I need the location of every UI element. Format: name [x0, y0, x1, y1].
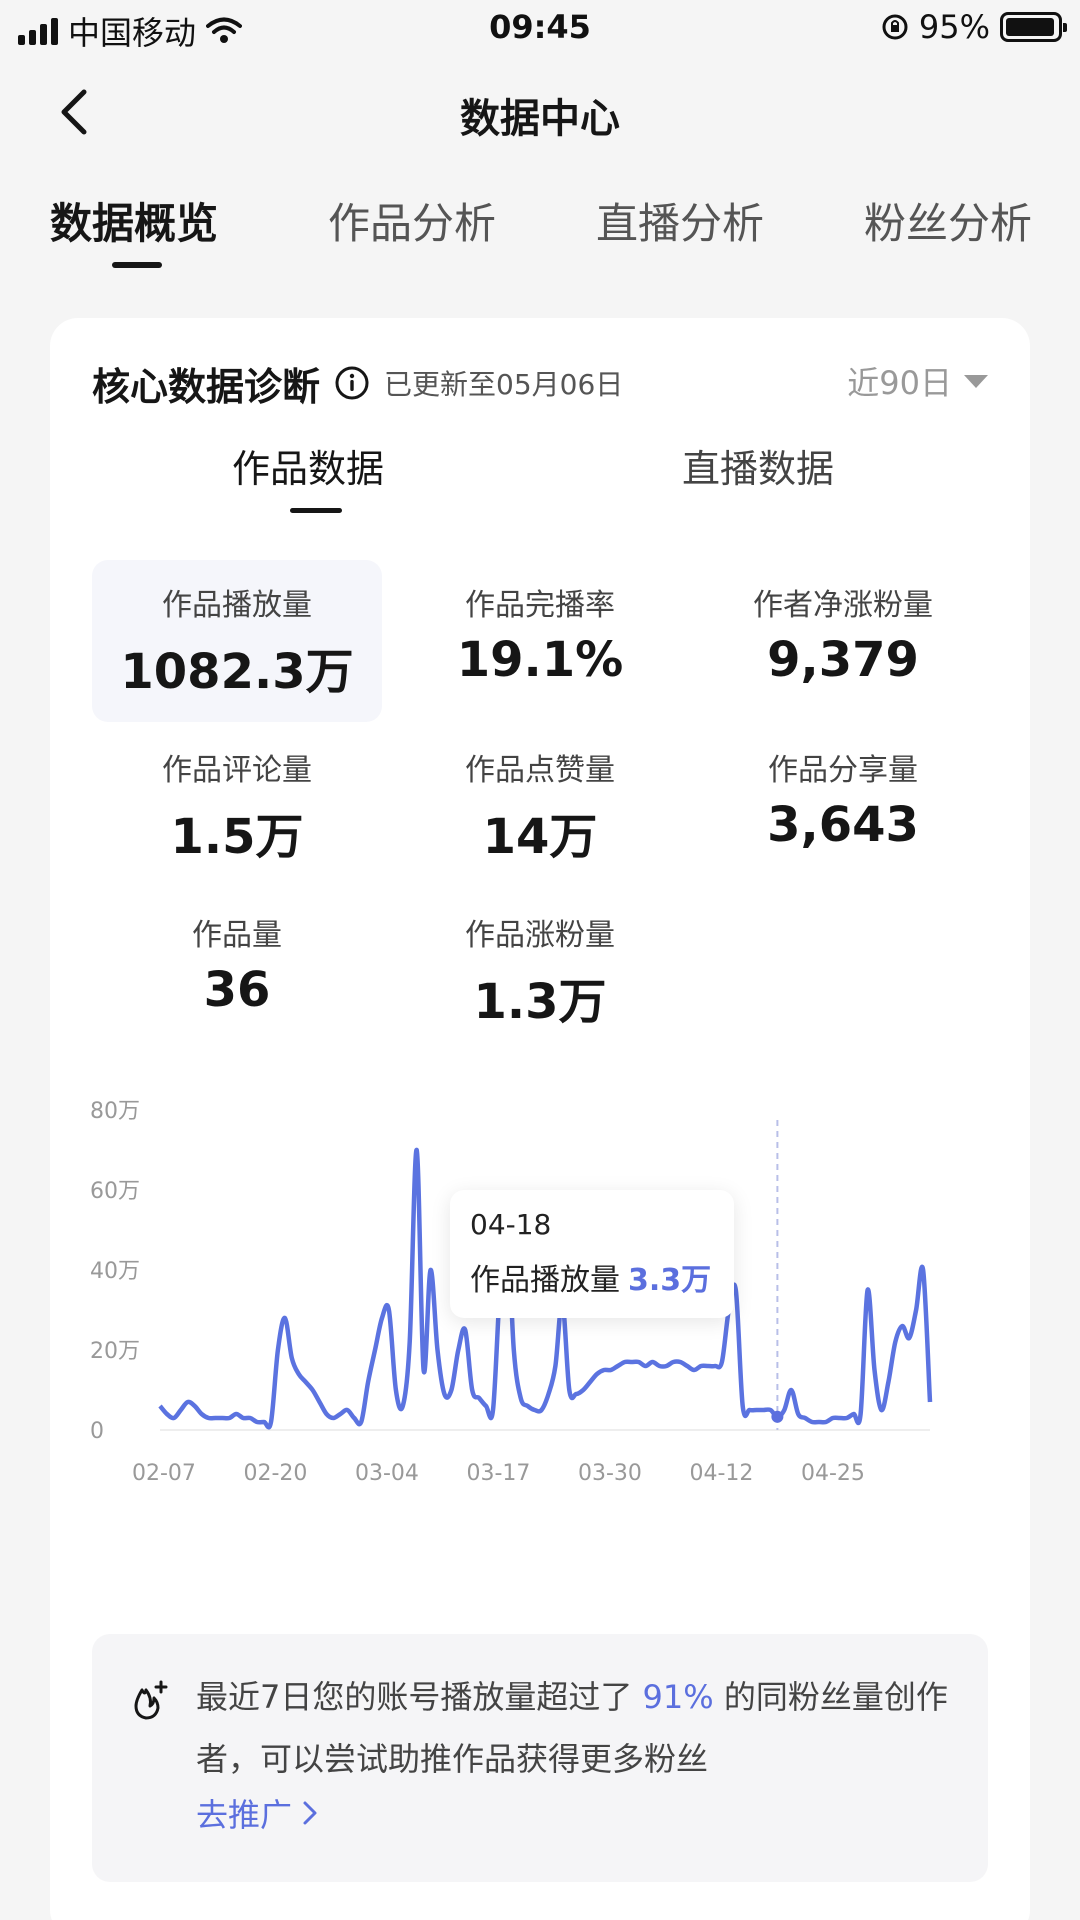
range-select[interactable]: 近90日	[847, 358, 990, 404]
x-tick-label: 02-07	[132, 1461, 196, 1486]
metric-play-count[interactable]: 作品播放量 1082.3万	[92, 560, 382, 722]
tab-works-analysis[interactable]: 作品分析	[328, 190, 496, 251]
tooltip-value: 3.3万	[628, 1263, 712, 1298]
subtab-live-data[interactable]: 直播数据	[682, 438, 834, 493]
metric-value: 1.3万	[473, 974, 607, 1030]
fire-plus-icon	[134, 1680, 168, 1720]
info-icon[interactable]	[334, 365, 370, 401]
metric-works-fans[interactable]: 作品涨粉量 1.3万	[395, 890, 685, 1052]
metric-value: 36	[203, 962, 271, 1018]
status-bar-right: 95%	[881, 8, 1067, 46]
metric-likes[interactable]: 作品点赞量 14万	[395, 725, 685, 887]
metric-label: 作品涨粉量	[465, 918, 615, 953]
metric-works-count[interactable]: 作品量 36	[92, 890, 382, 1052]
caret-down-icon	[964, 375, 988, 388]
x-tick-label: 03-04	[355, 1461, 419, 1486]
card-header: 核心数据诊断 已更新至05月06日 近90日	[92, 358, 990, 409]
tooltip-date: 04-18	[470, 1208, 552, 1241]
selected-point	[771, 1410, 784, 1423]
tip-text: 最近7日您的账号播放量超过了 91% 的同粉丝量创作者，可以尝试助推作品获得更多…	[196, 1666, 956, 1790]
metric-completion-rate[interactable]: 作品完播率 19.1%	[395, 560, 685, 722]
promotion-tip: 最近7日您的账号播放量超过了 91% 的同粉丝量创作者，可以尝试助推作品获得更多…	[92, 1634, 988, 1882]
metric-value: 1.5万	[170, 809, 304, 865]
metric-label: 作品分享量	[768, 753, 918, 788]
card-title: 核心数据诊断	[92, 364, 321, 409]
top-tabs: 数据概览 作品分析 直播分析 粉丝分析	[0, 190, 1080, 280]
metric-label: 作品量	[192, 918, 282, 953]
play-count-chart[interactable]: 0 20万 40万 60万 80万 02-07 02-20 03-04 03-17 03-30 04…	[50, 1078, 1030, 1508]
battery-icon	[1000, 12, 1067, 42]
metric-label: 作者净涨粉量	[753, 588, 933, 623]
promote-link-label: 去推广	[196, 1796, 293, 1834]
x-tick-label: 04-25	[801, 1461, 865, 1486]
promote-link[interactable]: 去推广	[196, 1790, 320, 1836]
core-data-card: 核心数据诊断 已更新至05月06日 近90日 作品数据 直播数据 作品播放量 1…	[50, 318, 1030, 1920]
rotation-lock-icon	[882, 14, 908, 40]
metric-label: 作品点赞量	[465, 753, 615, 788]
chevron-right-icon	[303, 1801, 317, 1825]
x-tick-label: 03-30	[578, 1461, 642, 1486]
tip-text-before: 最近7日您的账号播放量超过了	[196, 1678, 633, 1716]
battery-percent: 95%	[918, 8, 990, 46]
metric-value: 9,379	[767, 632, 919, 688]
metric-value: 19.1%	[456, 632, 624, 688]
y-tick-label: 60万	[90, 1179, 140, 1204]
metric-value: 3,643	[767, 797, 919, 853]
metric-net-fans[interactable]: 作者净涨粉量 9,379	[698, 560, 988, 722]
metric-label: 作品完播率	[465, 588, 615, 623]
metric-shares[interactable]: 作品分享量 3,643	[698, 725, 988, 887]
y-tick-label: 80万	[90, 1099, 140, 1124]
page-title: 数据中心	[460, 96, 620, 142]
x-tick-label: 02-20	[244, 1461, 308, 1486]
subtab-works-data[interactable]: 作品数据	[232, 438, 384, 493]
sub-tabs: 作品数据 直播数据	[50, 438, 1030, 513]
tooltip-label: 作品播放量	[470, 1263, 620, 1298]
tab-active-indicator	[112, 262, 162, 268]
y-tick-label: 0	[90, 1419, 104, 1444]
range-select-label: 近90日	[847, 364, 952, 402]
tab-fans-analysis[interactable]: 粉丝分析	[864, 190, 1032, 251]
metric-value: 1082.3万	[120, 644, 354, 700]
y-tick-label: 40万	[90, 1259, 140, 1284]
tooltip-row: 作品播放量 3.3万	[470, 1255, 714, 1299]
update-date: 已更新至05月06日	[384, 368, 624, 401]
tab-overview[interactable]: 数据概览	[50, 190, 218, 251]
tab-live-analysis[interactable]: 直播分析	[596, 190, 764, 251]
chart-tooltip: 04-18 作品播放量 3.3万	[450, 1190, 734, 1318]
metric-comments[interactable]: 作品评论量 1.5万	[92, 725, 382, 887]
metric-label: 作品评论量	[162, 753, 312, 788]
y-tick-label: 20万	[90, 1339, 140, 1364]
x-tick-label: 03-17	[467, 1461, 531, 1486]
subtab-active-indicator	[290, 508, 342, 513]
metric-label: 作品播放量	[162, 588, 312, 623]
x-tick-label: 04-12	[690, 1461, 754, 1486]
metric-value: 14万	[482, 809, 598, 865]
tip-highlight: 91%	[642, 1678, 714, 1716]
status-bar: 中国移动 09:45 95%	[0, 0, 1080, 56]
nav-bar: 数据中心	[0, 72, 1080, 152]
